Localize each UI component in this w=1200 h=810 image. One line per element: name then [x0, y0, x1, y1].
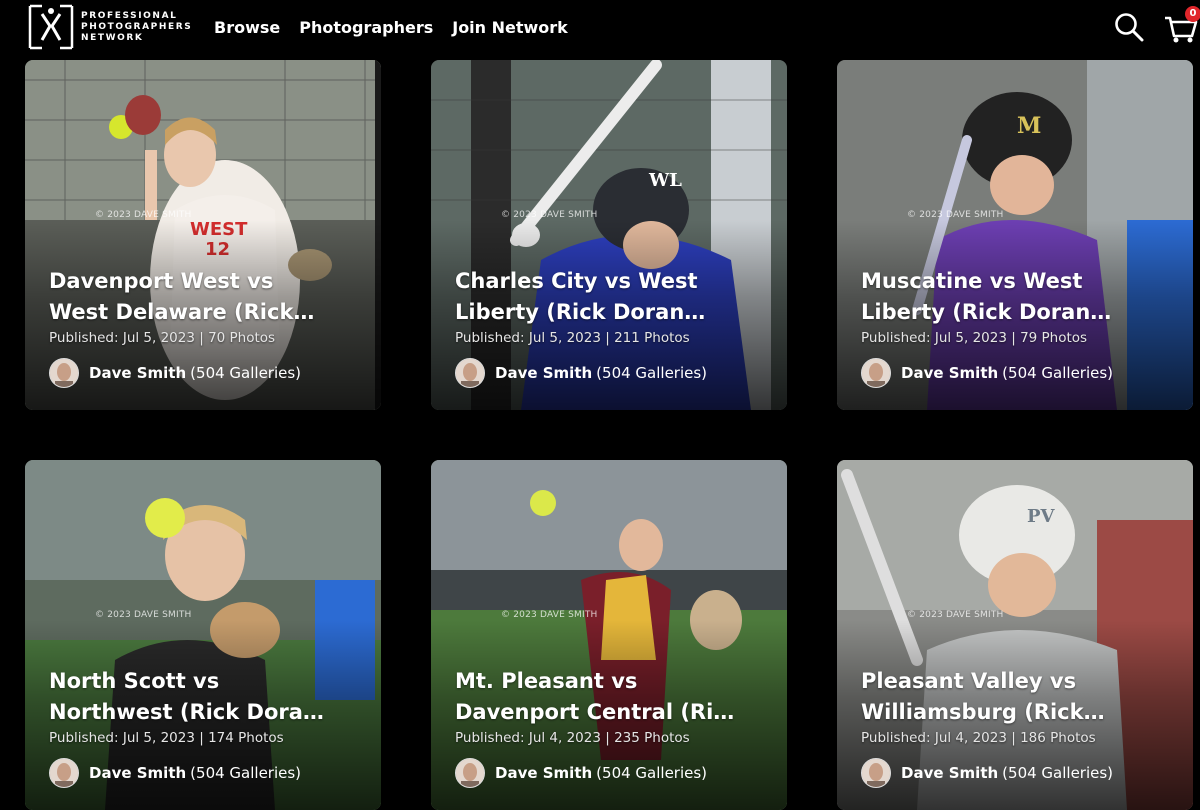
- photo-watermark: © 2023 DAVE SMITH: [501, 210, 598, 220]
- gallery-card[interactable]: © 2023 DAVE SMITH North Scott vs Northwe…: [25, 460, 381, 810]
- gallery-title[interactable]: North Scott vs Northwest (Rick Doran Cla…: [49, 666, 334, 728]
- gallery-card[interactable]: PV © 2023 DAVE SMITH Pleasant Valley vs …: [837, 460, 1193, 810]
- gallery-title[interactable]: Pleasant Valley vs Williamsburg (Rick Do…: [861, 666, 1146, 728]
- avatar: [49, 758, 79, 788]
- photo-watermark: © 2023 DAVE SMITH: [907, 610, 1004, 620]
- nav-join-network[interactable]: Join Network: [452, 18, 568, 37]
- avatar-face-icon: [862, 759, 890, 787]
- search-icon[interactable]: [1114, 12, 1144, 42]
- logo-mark-icon: [28, 4, 74, 50]
- gallery-author[interactable]: Dave Smith (504 Galleries): [861, 758, 1113, 788]
- author-gallery-count: (504 Galleries): [190, 764, 302, 782]
- gallery-title[interactable]: Charles City vs West Liberty (Rick Doran…: [455, 266, 740, 328]
- gallery-card[interactable]: WL © 2023 DAVE SMITH Charles City vs Wes…: [431, 60, 787, 410]
- gallery-author[interactable]: Dave Smith (504 Galleries): [455, 758, 707, 788]
- gallery-title[interactable]: Davenport West vs West Delaware (Rick Do…: [49, 266, 334, 328]
- cart-count-badge: 0: [1185, 6, 1200, 22]
- gallery-card[interactable]: © 2023 DAVE SMITH Mt. Pleasant vs Davenp…: [431, 460, 787, 810]
- gallery-meta: Published: Jul 4, 2023 | 186 Photos: [861, 730, 1096, 746]
- avatar: [861, 358, 891, 388]
- gallery-author[interactable]: Dave Smith (504 Galleries): [455, 358, 707, 388]
- photo-watermark: © 2023 DAVE SMITH: [95, 610, 192, 620]
- avatar-face-icon: [456, 359, 484, 387]
- gallery-meta: Published: Jul 5, 2023 | 70 Photos: [49, 330, 276, 346]
- brand-line-2: PHOTOGRAPHERS: [81, 22, 193, 32]
- author-gallery-count: (504 Galleries): [596, 364, 708, 382]
- svg-text:M: M: [1017, 113, 1041, 139]
- avatar-face-icon: [50, 759, 78, 787]
- author-name: Dave Smith: [901, 764, 999, 782]
- photo-watermark: © 2023 DAVE SMITH: [95, 210, 192, 220]
- photo-watermark: © 2023 DAVE SMITH: [501, 610, 598, 620]
- author-name: Dave Smith: [495, 764, 593, 782]
- author-gallery-count: (504 Galleries): [190, 364, 302, 382]
- gallery-meta: Published: Jul 5, 2023 | 211 Photos: [455, 330, 690, 346]
- gallery-meta: Published: Jul 4, 2023 | 235 Photos: [455, 730, 690, 746]
- main-nav: Browse Photographers Join Network: [214, 18, 568, 37]
- avatar-face-icon: [50, 359, 78, 387]
- nav-browse[interactable]: Browse: [214, 18, 280, 37]
- svg-text:PV: PV: [1027, 506, 1056, 527]
- nav-photographers[interactable]: Photographers: [299, 18, 433, 37]
- avatar: [49, 358, 79, 388]
- avatar: [455, 358, 485, 388]
- gallery-meta: Published: Jul 5, 2023 | 174 Photos: [49, 730, 284, 746]
- svg-text:WL: WL: [648, 170, 682, 191]
- gallery-title[interactable]: Muscatine vs West Liberty (Rick Doran Cl…: [861, 266, 1146, 328]
- gallery-author[interactable]: Dave Smith (504 Galleries): [49, 758, 301, 788]
- brand-wordmark: PROFESSIONAL PHOTOGRAPHERS NETWORK: [81, 11, 192, 44]
- gallery-card[interactable]: WEST 12 © 2023 DAVE SMITH Davenport West…: [25, 60, 381, 410]
- gallery-title[interactable]: Mt. Pleasant vs Davenport Central (Rick …: [455, 666, 740, 728]
- brand-logo[interactable]: PROFESSIONAL PHOTOGRAPHERS NETWORK: [28, 4, 198, 52]
- avatar-face-icon: [862, 359, 890, 387]
- gallery-author[interactable]: Dave Smith (504 Galleries): [49, 358, 301, 388]
- author-name: Dave Smith: [89, 764, 187, 782]
- top-navigation-bar: PROFESSIONAL PHOTOGRAPHERS NETWORK Brows…: [0, 0, 1200, 60]
- author-name: Dave Smith: [901, 364, 999, 382]
- brand-line-3: NETWORK: [81, 33, 144, 43]
- avatar: [861, 758, 891, 788]
- avatar-face-icon: [456, 759, 484, 787]
- author-name: Dave Smith: [89, 364, 187, 382]
- gallery-card[interactable]: M © 2023 DAVE SMITH Muscatine vs West Li…: [837, 60, 1193, 410]
- author-name: Dave Smith: [495, 364, 593, 382]
- author-gallery-count: (504 Galleries): [1002, 764, 1114, 782]
- avatar: [455, 758, 485, 788]
- photo-watermark: © 2023 DAVE SMITH: [907, 210, 1004, 220]
- brand-line-1: PROFESSIONAL: [81, 11, 178, 21]
- author-gallery-count: (504 Galleries): [1002, 364, 1114, 382]
- gallery-meta: Published: Jul 5, 2023 | 79 Photos: [861, 330, 1088, 346]
- gallery-author[interactable]: Dave Smith (504 Galleries): [861, 358, 1113, 388]
- author-gallery-count: (504 Galleries): [596, 764, 708, 782]
